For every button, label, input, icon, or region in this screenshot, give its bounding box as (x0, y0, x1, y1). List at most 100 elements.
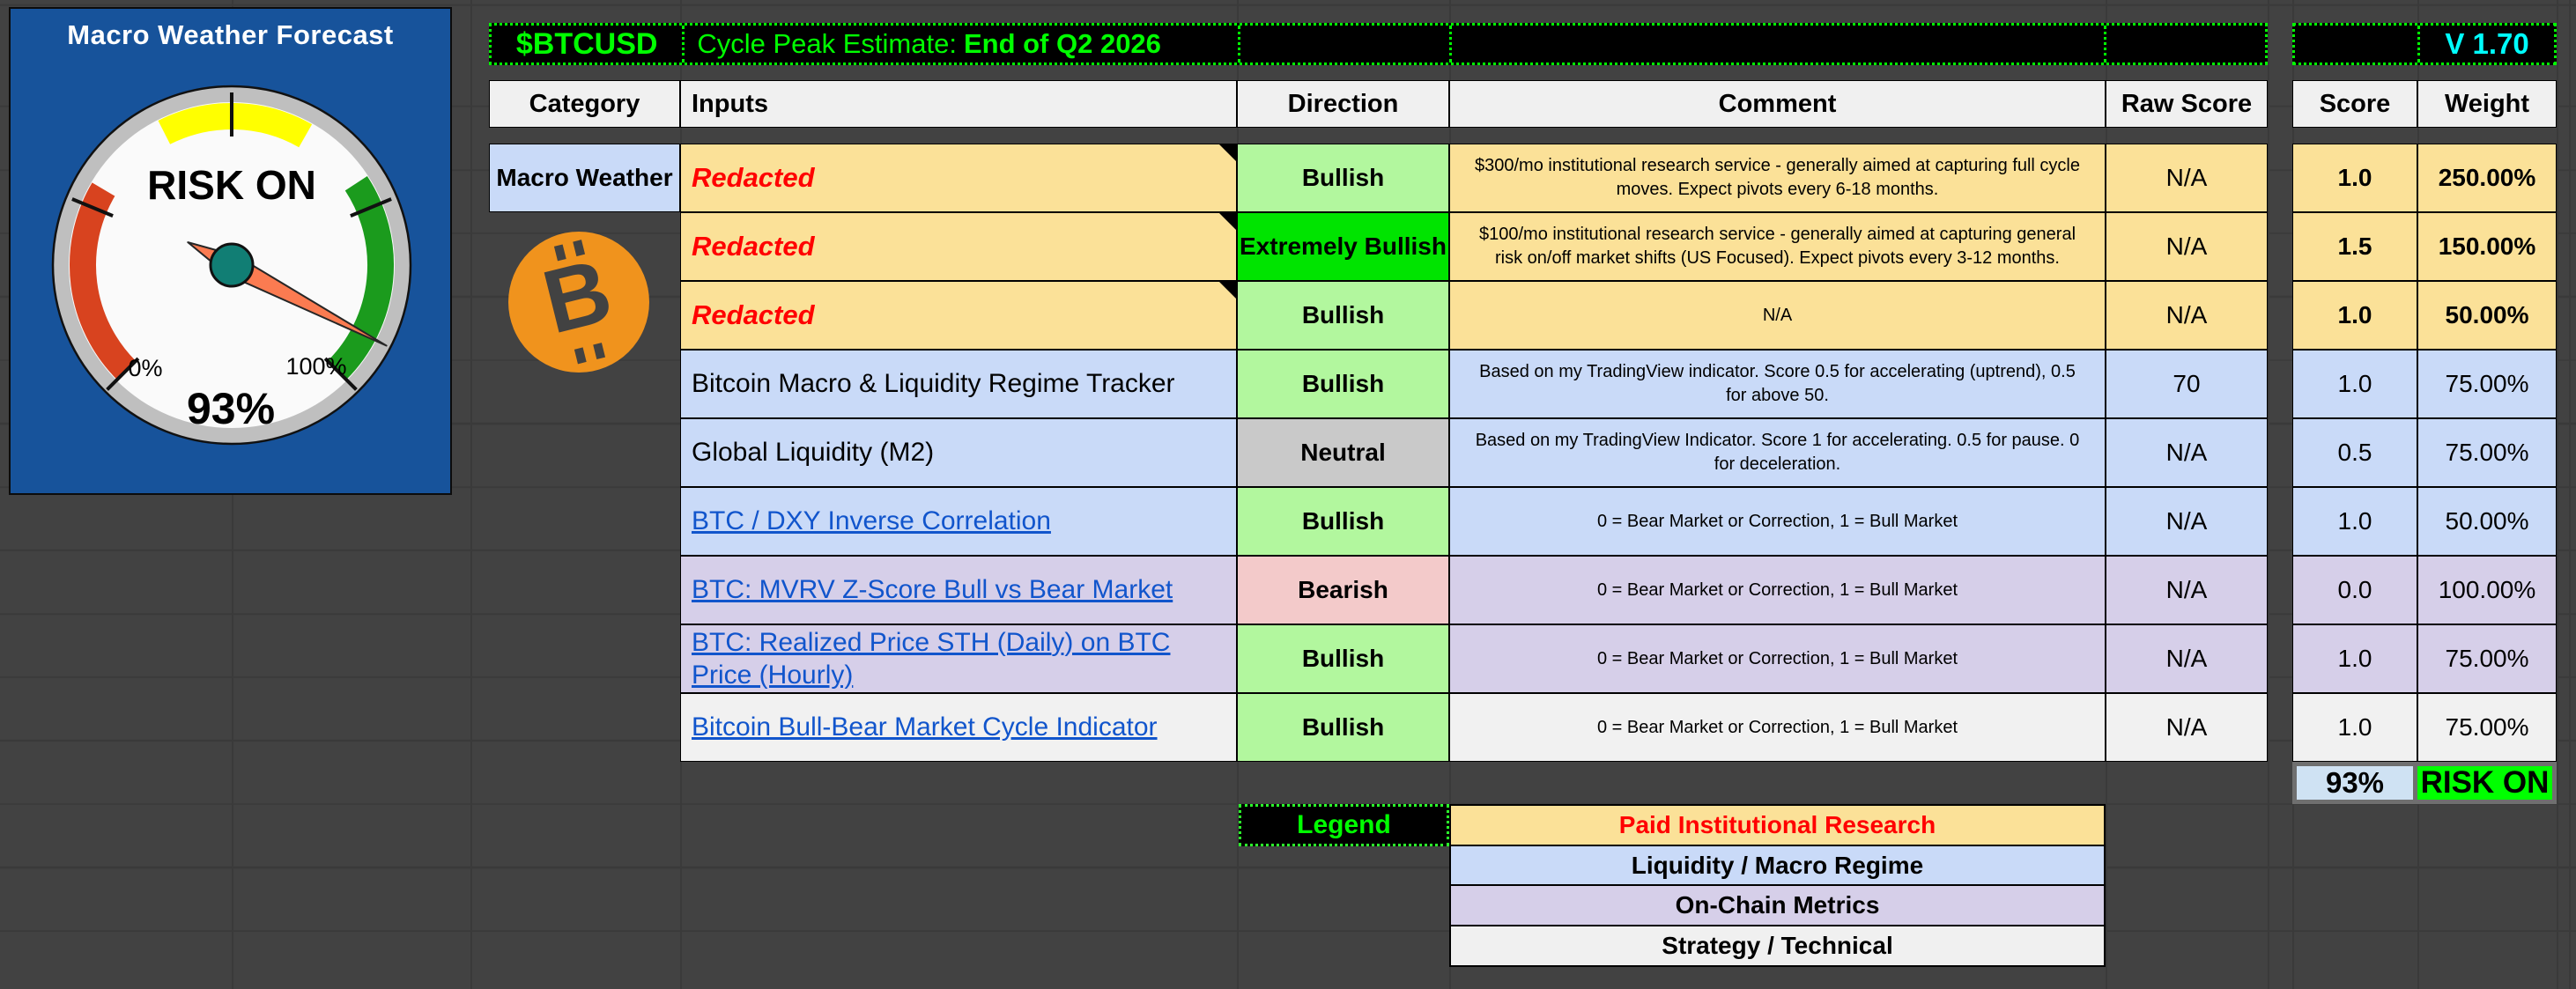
input-cell[interactable]: Bitcoin Bull-Bear Market Cycle Indicator (680, 693, 1237, 762)
score-cell[interactable]: 1.0 (2292, 624, 2417, 693)
input-link[interactable]: BTC: Realized Price STH (Daily) on BTC P… (692, 626, 1225, 692)
direction-cell[interactable]: Bearish (1237, 556, 1449, 624)
raw-score-cell[interactable]: N/A (2106, 624, 2268, 693)
comment-cell[interactable]: 0 = Bear Market or Correction, 1 = Bull … (1449, 487, 2106, 556)
column-header-direction[interactable]: Direction (1237, 80, 1449, 128)
score-cell[interactable]: 1.0 (2292, 144, 2417, 212)
legend-label-cell[interactable]: Legend (1239, 804, 1449, 846)
spreadsheet-canvas: Macro Weather Forecast RISK ON 0% 100% 9… (0, 0, 2576, 989)
input-cell[interactable]: BTC / DXY Inverse Correlation (680, 487, 1237, 556)
input-label: Redacted (692, 230, 815, 264)
banner-empty-cell[interactable] (2104, 26, 2265, 63)
legend-item[interactable]: On-Chain Metrics (1449, 884, 2106, 926)
table-row: Redacted Extremely Bullish$100/mo institu… (489, 212, 2557, 281)
raw-score-cell[interactable]: N/A (2106, 281, 2268, 350)
input-label: Bitcoin Macro & Liquidity Regime Tracker (692, 367, 1175, 401)
legend-items: Paid Institutional ResearchLiquidity / M… (1449, 804, 2106, 967)
comment-cell[interactable]: 0 = Bear Market or Correction, 1 = Bull … (1449, 556, 2106, 624)
risk-status-cell[interactable]: RISK ON (2413, 762, 2557, 804)
weight-cell[interactable]: 250.00% (2417, 144, 2557, 212)
direction-cell[interactable]: Bullish (1237, 281, 1449, 350)
score-cell[interactable]: 1.0 (2292, 693, 2417, 762)
weight-cell[interactable]: 75.00% (2417, 624, 2557, 693)
cycle-peak-label: Cycle Peak Estimate: (697, 28, 957, 60)
score-cell[interactable]: 0.5 (2292, 418, 2417, 487)
column-header-raw-score[interactable]: Raw Score (2106, 80, 2268, 128)
bitcoin-icon: B (508, 232, 649, 373)
weight-cell[interactable]: 50.00% (2417, 281, 2557, 350)
risk-gauge: RISK ON 0% 100% 93% (47, 80, 417, 450)
weight-cell[interactable]: 75.00% (2417, 693, 2557, 762)
input-label: Global Liquidity (M2) (692, 436, 934, 469)
comment-cell[interactable]: N/A (1449, 281, 2106, 350)
column-header-comment[interactable]: Comment (1449, 80, 2106, 128)
raw-score-cell[interactable]: N/A (2106, 556, 2268, 624)
table-row: Macro Weather Redacted Bullish$300/mo inst… (489, 144, 2557, 212)
input-link[interactable]: Bitcoin Bull-Bear Market Cycle Indicator (692, 711, 1158, 744)
version-label: V 1.70 (2445, 27, 2528, 61)
gridline (470, 0, 472, 989)
weight-cell[interactable]: 100.00% (2417, 556, 2557, 624)
input-link[interactable]: BTC / DXY Inverse Correlation (692, 505, 1051, 538)
banner-empty-cell[interactable] (1449, 26, 2104, 63)
comment-cell[interactable]: Based on my TradingView indicator. Score… (1449, 350, 2106, 418)
raw-score-cell[interactable]: 70 (2106, 350, 2268, 418)
direction-cell[interactable]: Bullish (1237, 350, 1449, 418)
raw-score-cell[interactable]: N/A (2106, 693, 2268, 762)
comment-cell[interactable]: 0 = Bear Market or Correction, 1 = Bull … (1449, 624, 2106, 693)
legend-item[interactable]: Liquidity / Macro Regime (1449, 845, 2106, 887)
cycle-peak-cell[interactable]: Cycle Peak Estimate: End of Q2 2026 (682, 26, 1237, 63)
column-header-score[interactable]: Score (2292, 80, 2417, 128)
direction-cell[interactable]: Neutral (1237, 418, 1449, 487)
version-cell[interactable]: V 1.70 (2417, 26, 2554, 63)
column-header-category[interactable]: Category (489, 80, 680, 128)
weight-cell[interactable]: 75.00% (2417, 350, 2557, 418)
table-row: RedactedBullishN/AN/A1.050.00% (489, 281, 2557, 350)
ticker-cell[interactable]: $BTCUSD (492, 26, 682, 63)
input-cell[interactable]: Redacted (680, 212, 1237, 281)
score-cell[interactable]: 1.5 (2292, 212, 2417, 281)
direction-cell[interactable]: Extremely Bullish (1237, 212, 1449, 281)
comment-cell[interactable]: 0 = Bear Market or Correction, 1 = Bull … (1449, 693, 2106, 762)
gauge-min-label: 0% (128, 355, 162, 381)
legend-item[interactable]: Paid Institutional Research (1449, 804, 2106, 846)
comment-cell[interactable]: $100/mo institutional research service -… (1449, 212, 2106, 281)
gauge-hub (211, 244, 253, 286)
input-cell[interactable]: Global Liquidity (M2) (680, 418, 1237, 487)
direction-cell[interactable]: Bullish (1237, 693, 1449, 762)
comment-cell[interactable]: Based on my TradingView Indicator. Score… (1449, 418, 2106, 487)
legend-item[interactable]: Strategy / Technical (1449, 925, 2106, 967)
comment-cell[interactable]: $300/mo institutional research service -… (1449, 144, 2106, 212)
input-link[interactable]: BTC: MVRV Z-Score Bull vs Bear Market (692, 573, 1173, 607)
input-cell[interactable]: Bitcoin Macro & Liquidity Regime Tracker (680, 350, 1237, 418)
input-cell[interactable]: BTC: Realized Price STH (Daily) on BTC P… (680, 624, 1237, 693)
score-cell[interactable]: 1.0 (2292, 350, 2417, 418)
ticker-banner: $BTCUSD Cycle Peak Estimate: End of Q2 2… (489, 23, 2268, 65)
column-header-inputs[interactable]: Inputs (680, 80, 1237, 128)
raw-score-cell[interactable]: N/A (2106, 487, 2268, 556)
raw-score-cell[interactable]: N/A (2106, 144, 2268, 212)
weight-cell[interactable]: 50.00% (2417, 487, 2557, 556)
input-label: Redacted (692, 161, 815, 196)
total-score-cell[interactable]: 93% (2292, 762, 2417, 804)
legend-label: Legend (1297, 810, 1391, 840)
direction-cell[interactable]: Bullish (1237, 144, 1449, 212)
raw-score-cell[interactable]: N/A (2106, 418, 2268, 487)
direction-cell[interactable]: Bullish (1237, 624, 1449, 693)
weight-cell[interactable]: 75.00% (2417, 418, 2557, 487)
category-cell[interactable]: Macro Weather (489, 144, 680, 212)
direction-cell[interactable]: Bullish (1237, 487, 1449, 556)
gauge-max-label: 100% (285, 353, 346, 380)
input-cell[interactable]: BTC: MVRV Z-Score Bull vs Bear Market (680, 556, 1237, 624)
banner-empty-cell[interactable] (1238, 26, 1449, 63)
score-cell[interactable]: 0.0 (2292, 556, 2417, 624)
raw-score-cell[interactable]: N/A (2106, 212, 2268, 281)
banner-empty-cell[interactable] (2295, 26, 2417, 63)
score-cell[interactable]: 1.0 (2292, 281, 2417, 350)
table-row: Bitcoin Bull-Bear Market Cycle Indicator… (489, 693, 2557, 762)
input-cell[interactable]: Redacted (680, 281, 1237, 350)
weight-cell[interactable]: 150.00% (2417, 212, 2557, 281)
input-cell[interactable]: Redacted (680, 144, 1237, 212)
column-header-weight[interactable]: Weight (2417, 80, 2557, 128)
score-cell[interactable]: 1.0 (2292, 487, 2417, 556)
